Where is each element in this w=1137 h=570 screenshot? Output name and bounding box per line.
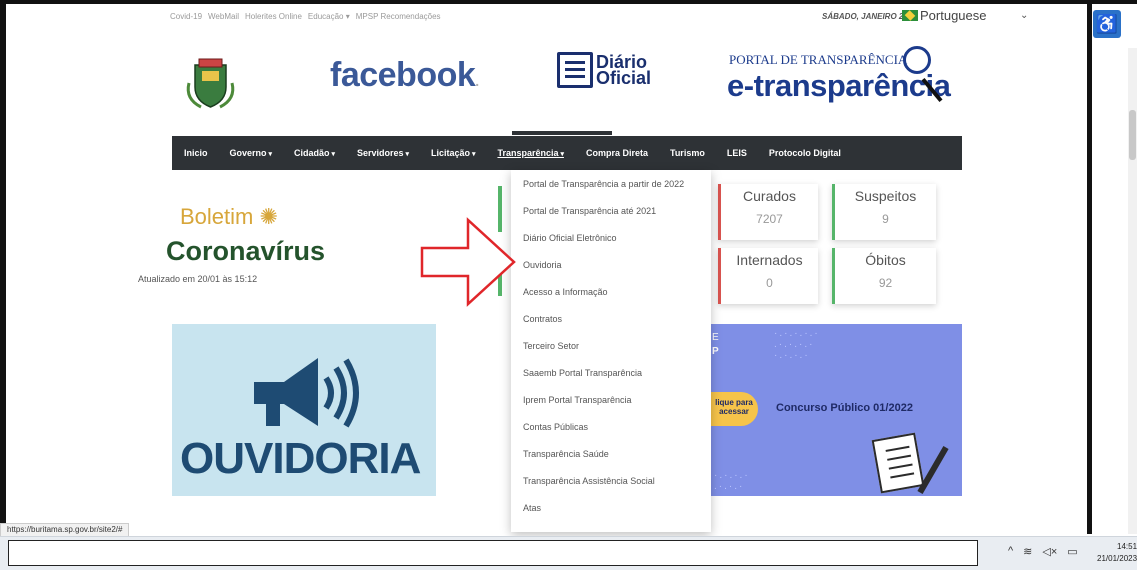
menu-item-diario-oficial[interactable]: Diário Oficial Eletrônico <box>511 224 711 251</box>
menu-item-contratos[interactable]: Contratos <box>511 305 711 332</box>
menu-item-atas[interactable]: Atas <box>511 494 711 521</box>
menu-item-transparencia-saude[interactable]: Transparência Saúde <box>511 440 711 467</box>
clock-time: 14:51 <box>1117 542 1137 551</box>
ouvidoria-banner[interactable]: OUVIDORIA <box>172 324 436 496</box>
taskbar-clock[interactable]: 14:51 21/01/2023 <box>1097 541 1137 565</box>
topbar-link-mpsp[interactable]: MPSP Recomendações <box>356 12 441 21</box>
nav-item-servidores[interactable]: Servidores <box>357 148 409 158</box>
boletim-title-text: Boletim <box>180 204 254 229</box>
click-badge-line1: lique para <box>715 398 753 407</box>
window-edge-left <box>0 0 6 534</box>
nav-item-transparencia[interactable]: Transparência <box>497 148 564 158</box>
nav-item-leis[interactable]: LEIS <box>727 148 747 158</box>
etransparencia-logo-caption[interactable]: PORTAL DE TRANSPARÊNCIA <box>729 52 907 68</box>
speaker-muted-icon[interactable]: ◁× <box>1042 545 1057 558</box>
concurso-banner[interactable]: E P ·.·.·.·.· .·.·.·.· ·.·.·.· ·.·.·.· .·.·… <box>710 324 962 496</box>
menu-item-portal-2021[interactable]: Portal de Transparência até 2021 <box>511 197 711 224</box>
menu-item-saaemb[interactable]: Saaemb Portal Transparência <box>511 359 711 386</box>
status-bar-url: https://buritama.sp.gov.br/site2/# <box>0 523 130 537</box>
scrollbar-thumb[interactable] <box>1129 110 1136 160</box>
decorative-dots: ·.·.·.·.· .·.·.·.· ·.·.·.· <box>774 328 820 361</box>
stat-label: Internados <box>736 252 803 268</box>
menu-item-iprem[interactable]: Iprem Portal Transparência <box>511 386 711 413</box>
decorative-dots: ·.·.·.· .·.·.· <box>714 470 750 492</box>
annotation-arrow-icon <box>420 217 516 307</box>
facebook-logo-text: facebook <box>330 56 476 94</box>
current-date: SÁBADO, JANEIRO 21 <box>822 12 908 21</box>
stat-value: 7207 <box>756 212 783 226</box>
topbar-link-educacao-label: Educação <box>307 12 344 21</box>
chevron-down-icon[interactable]: ⌄ <box>1020 10 1028 21</box>
nav-item-cidadao[interactable]: Cidadão <box>294 148 335 158</box>
stat-value: 92 <box>878 276 893 290</box>
stat-card-curados: Curados 7207 <box>718 184 818 240</box>
nav-item-governo[interactable]: Governo <box>230 148 272 158</box>
window-edge-right <box>1087 0 1092 534</box>
click-badge-line2: acessar <box>719 407 749 416</box>
nav-item-protocolo-digital[interactable]: Protocolo Digital <box>769 148 841 158</box>
document-checklist-icon <box>871 432 925 494</box>
boletim-title: Boletim ✺ <box>180 204 278 230</box>
concurso-banner-fragment: P <box>712 346 719 357</box>
pen-icon <box>917 445 949 495</box>
stat-label: Curados <box>743 188 796 204</box>
ouvidoria-banner-text: OUVIDORIA <box>180 434 421 483</box>
system-tray: ^ ≋ ◁× ▭ <box>1008 545 1078 558</box>
menu-item-acesso-informacao[interactable]: Acesso a Informação <box>511 278 711 305</box>
nav-active-indicator <box>512 131 612 135</box>
brazil-flag-icon <box>902 10 918 21</box>
nav-item-turismo[interactable]: Turismo <box>670 148 705 158</box>
stat-label: Suspeitos <box>854 188 917 204</box>
battery-icon[interactable]: ▭ <box>1067 545 1077 558</box>
virus-icon: ✺ <box>259 204 278 229</box>
newspaper-icon <box>557 52 593 88</box>
nav-item-licitacao[interactable]: Licitação <box>431 148 475 158</box>
coronavirus-heading: Coronavírus <box>166 236 326 266</box>
click-to-access-badge[interactable]: lique para acessar <box>710 392 758 426</box>
concurso-title: Concurso Público 01/2022 <box>776 402 913 414</box>
topbar-link-holerites[interactable]: Holerites Online <box>245 12 302 21</box>
wifi-icon[interactable]: ≋ <box>1023 545 1032 558</box>
stat-value: 0 <box>766 276 773 290</box>
updated-timestamp: Atualizado em 20/01 às 15:12 <box>138 274 258 284</box>
magnifier-icon <box>903 46 931 74</box>
topbar-link-educacao[interactable]: Educação ▾ <box>308 12 350 21</box>
topbar-link-covid[interactable]: Covid-19 <box>170 12 202 21</box>
facebook-logo[interactable]: facebook. <box>330 56 479 95</box>
stat-card-suspeitos: Suspeitos 9 <box>832 184 936 240</box>
menu-item-assistencia-social[interactable]: Transparência Assistência Social <box>511 467 711 494</box>
main-navbar: Inicio Governo Cidadão Servidores Licita… <box>172 136 962 170</box>
stat-card-obitos: Óbitos 92 <box>832 248 936 304</box>
taskbar-search-field[interactable] <box>8 540 978 566</box>
clock-date: 21/01/2023 <box>1097 554 1137 563</box>
nav-item-inicio[interactable]: Inicio <box>184 148 208 158</box>
concurso-banner-fragment: E <box>712 332 719 343</box>
window-edge-top <box>0 0 1137 4</box>
top-utility-bar: Covid-19 WebMail Holerites Online Educaç… <box>170 12 441 21</box>
megaphone-icon <box>254 358 359 428</box>
menu-item-ouvidoria[interactable]: Ouvidoria <box>511 251 711 278</box>
chevron-up-icon[interactable]: ^ <box>1008 545 1013 558</box>
browser-viewport: Covid-19 WebMail Holerites Online Educaç… <box>0 0 1137 570</box>
menu-item-terceiro-setor[interactable]: Terceiro Setor <box>511 332 711 359</box>
stat-value: 9 <box>882 212 889 226</box>
menu-item-contas-publicas[interactable]: Contas Públicas <box>511 413 711 440</box>
diario-logo-line2: Oficial <box>596 68 652 88</box>
menu-item-portal-2022[interactable]: Portal de Transparência a partir de 2022 <box>511 170 711 197</box>
stat-label: Óbitos <box>865 252 906 268</box>
city-crest-logo[interactable] <box>183 55 238 110</box>
topbar-link-webmail[interactable]: WebMail <box>208 12 239 21</box>
diario-oficial-logo[interactable]: Diário Oficial <box>557 52 651 88</box>
transparencia-dropdown-menu: Portal de Transparência a partir de 2022… <box>511 170 711 532</box>
accessibility-icon[interactable]: ♿ <box>1093 10 1121 38</box>
language-select[interactable]: Portuguese <box>920 8 987 23</box>
stat-card-internados: Internados 0 <box>718 248 818 304</box>
nav-item-compra-direta[interactable]: Compra Direta <box>586 148 648 158</box>
